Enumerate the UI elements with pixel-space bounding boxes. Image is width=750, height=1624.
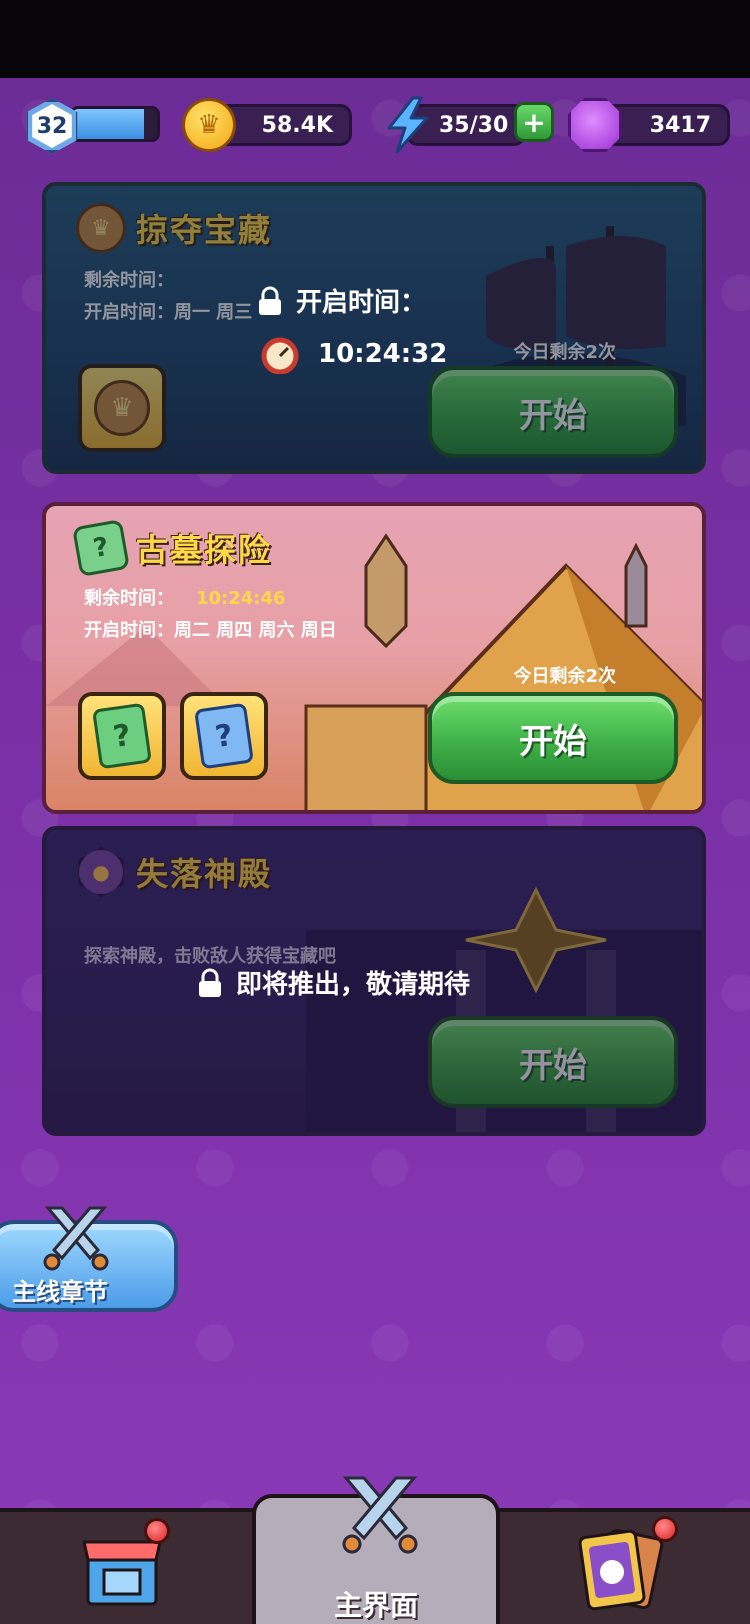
coming-soon-banner: 即将推出，敬请期待 bbox=[196, 964, 470, 1001]
card-title-row: ? 古墓探险 bbox=[72, 519, 273, 577]
reward-slot-green-card[interactable]: ? bbox=[78, 692, 166, 780]
mystery-card-icon: ? bbox=[72, 519, 130, 577]
lock-icon bbox=[259, 286, 281, 315]
countdown-row: 10:24:32 bbox=[260, 334, 447, 374]
start-button[interactable]: 开始 bbox=[428, 692, 678, 784]
nav-shop-tab[interactable] bbox=[78, 1518, 170, 1612]
unlock-time-banner: 开启时间： bbox=[256, 282, 426, 319]
locked-overlay bbox=[46, 186, 702, 470]
remaining-time-label: 剩余时间： bbox=[84, 588, 174, 609]
countdown-value: 10:24:32 bbox=[318, 339, 448, 369]
status-bar-area bbox=[0, 0, 750, 78]
main-chapter-button[interactable]: 主线章节 bbox=[0, 1206, 178, 1312]
crown-coin-icon: ♛ bbox=[182, 98, 236, 152]
lightning-icon bbox=[387, 96, 429, 154]
reward-slot-blue-card[interactable]: ? bbox=[180, 692, 268, 780]
remaining-time-row: 剩余时间： 10:24:46 bbox=[84, 584, 286, 610]
crossed-swords-icon bbox=[43, 1206, 109, 1271]
xp-bar-fill bbox=[73, 109, 145, 139]
stopwatch-icon bbox=[261, 337, 299, 374]
resource-bar: 32 58.4K ♛ 35/30 + 3417 bbox=[0, 96, 750, 154]
energy-value: 35/30 bbox=[439, 112, 509, 138]
open-days-label: 开启时间：周二 周四 周六 周日 bbox=[84, 620, 337, 641]
mode-card-tomb-adventure[interactable]: ? 古墓探险 剩余时间： 10:24:46 开启时间：周二 周四 周六 周日 ? … bbox=[42, 502, 706, 814]
mode-card-plunder-treasure[interactable]: ♛ 掠夺宝藏 剩余时间： 开启时间：周一 周三 ♛ 今日剩余2次 开始 开启时间… bbox=[42, 182, 706, 474]
mode-card-lost-temple[interactable]: ● 失落神殿 探索神殿，击败敌人获得宝藏吧 开始 即将推出，敬请期待 bbox=[42, 826, 706, 1136]
add-energy-button[interactable]: + bbox=[514, 102, 554, 142]
coming-soon-label: 即将推出，敬请期待 bbox=[236, 970, 471, 1000]
card-title: 古墓探险 bbox=[136, 531, 273, 569]
main-chapter-label: 主线章节 bbox=[12, 1278, 108, 1306]
unlock-label: 开启时间： bbox=[296, 288, 427, 318]
nav-home-tab[interactable]: 主界面 bbox=[252, 1476, 500, 1624]
lock-icon bbox=[199, 968, 221, 997]
gems-value: 3417 bbox=[649, 112, 711, 138]
nav-home-label: 主界面 bbox=[333, 1589, 418, 1622]
nav-cards-tab[interactable] bbox=[570, 1516, 678, 1616]
green-mystery-card-icon: ? bbox=[92, 702, 152, 770]
remaining-time-value: 10:24:46 bbox=[196, 588, 286, 609]
coins-value: 58.4K bbox=[261, 112, 333, 138]
xp-bar bbox=[70, 106, 160, 142]
blue-mystery-card-icon: ? bbox=[194, 702, 254, 770]
remaining-count: 今日剩余2次 bbox=[513, 666, 616, 687]
crossed-swords-icon bbox=[342, 1476, 418, 1554]
notification-dot bbox=[652, 1516, 678, 1542]
notification-dot bbox=[144, 1518, 170, 1544]
